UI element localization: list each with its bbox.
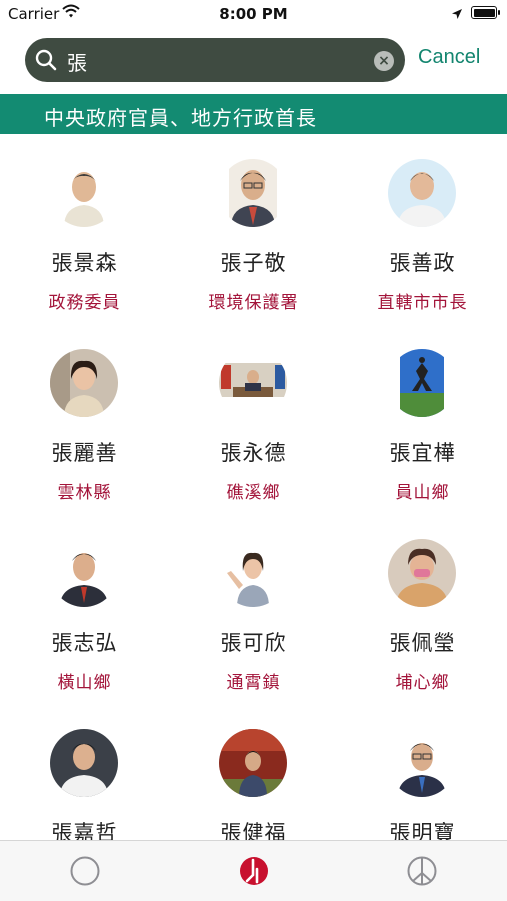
person-card[interactable]: 張嘉哲 bbox=[0, 704, 169, 840]
tab-circle[interactable] bbox=[69, 855, 101, 887]
circle-icon bbox=[70, 856, 100, 886]
person-name: 張永德 bbox=[220, 441, 287, 465]
person-card[interactable]: 張志弘 橫山鄉 bbox=[0, 514, 169, 704]
person-card[interactable]: 張景森 政務委員 bbox=[0, 134, 169, 324]
peace-icon bbox=[407, 856, 437, 886]
avatar bbox=[219, 159, 287, 227]
avatar bbox=[50, 159, 118, 227]
avatar bbox=[50, 729, 118, 797]
avatar bbox=[388, 539, 456, 607]
party-logo-icon bbox=[240, 857, 268, 885]
battery-icon bbox=[471, 6, 500, 19]
person-role: 環境保護署 bbox=[208, 293, 299, 313]
section-header: 中央政府官員、地方行政首長 bbox=[0, 94, 507, 134]
person-role: 員山鄉 bbox=[395, 483, 450, 503]
section-title: 中央政府官員、地方行政首長 bbox=[44, 106, 317, 130]
avatar bbox=[388, 349, 456, 417]
location-arrow-icon bbox=[451, 6, 463, 24]
people-grid: 張景森 政務委員 張子敬 環境保護署 張善政 直轄市市長 張麗善 雲林縣 張永德… bbox=[0, 134, 507, 840]
clear-search-icon[interactable]: × bbox=[374, 51, 394, 71]
avatar bbox=[50, 539, 118, 607]
person-name: 張子敬 bbox=[220, 251, 287, 275]
status-bar: Carrier 8:00 PM bbox=[0, 0, 507, 28]
tab-bar bbox=[0, 840, 507, 901]
person-name: 張明寶 bbox=[389, 821, 456, 840]
person-name: 張志弘 bbox=[51, 631, 118, 655]
cancel-button[interactable]: Cancel bbox=[418, 46, 480, 69]
person-name: 張佩瑩 bbox=[389, 631, 456, 655]
person-role: 通霄鎮 bbox=[226, 673, 281, 693]
person-role: 直轄市市長 bbox=[377, 293, 468, 313]
tab-peace[interactable] bbox=[406, 855, 438, 887]
person-name: 張景森 bbox=[51, 251, 118, 275]
person-role: 橫山鄉 bbox=[57, 673, 112, 693]
person-name: 張可欣 bbox=[220, 631, 287, 655]
person-card[interactable]: 張佩瑩 埔心鄉 bbox=[338, 514, 507, 704]
person-card[interactable]: 張善政 直轄市市長 bbox=[338, 134, 507, 324]
person-name: 張善政 bbox=[389, 251, 456, 275]
person-card[interactable]: 張可欣 通霄鎮 bbox=[169, 514, 338, 704]
tab-party[interactable] bbox=[238, 855, 270, 887]
clock: 8:00 PM bbox=[219, 5, 288, 23]
person-card[interactable]: 張子敬 環境保護署 bbox=[169, 134, 338, 324]
avatar bbox=[219, 729, 287, 797]
person-role: 政務委員 bbox=[48, 293, 121, 313]
avatar bbox=[50, 349, 118, 417]
search-field[interactable]: × bbox=[25, 38, 405, 82]
person-role: 埔心鄉 bbox=[395, 673, 450, 693]
person-name: 張宜樺 bbox=[389, 441, 456, 465]
person-card[interactable]: 張明寶 bbox=[338, 704, 507, 840]
avatar bbox=[219, 539, 287, 607]
person-card[interactable]: 張宜樺 員山鄉 bbox=[338, 324, 507, 514]
avatar bbox=[219, 349, 287, 417]
person-name: 張嘉哲 bbox=[51, 821, 118, 840]
person-name: 張麗善 bbox=[51, 441, 118, 465]
avatar bbox=[388, 159, 456, 227]
person-role: 礁溪鄉 bbox=[226, 483, 281, 503]
person-role: 雲林縣 bbox=[57, 483, 112, 503]
search-input[interactable] bbox=[65, 44, 359, 78]
person-card[interactable]: 張永德 礁溪鄉 bbox=[169, 324, 338, 514]
search-icon bbox=[35, 49, 57, 75]
person-name: 張健福 bbox=[220, 821, 287, 840]
person-card[interactable]: 張健福 bbox=[169, 704, 338, 840]
avatar bbox=[388, 729, 456, 797]
person-card[interactable]: 張麗善 雲林縣 bbox=[0, 324, 169, 514]
